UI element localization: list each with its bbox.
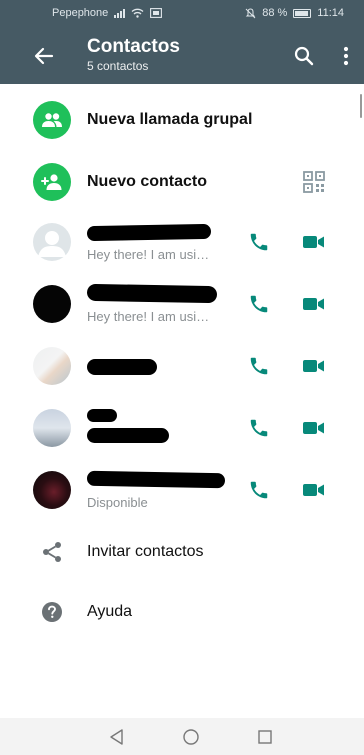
clock: 11:14 [317, 7, 344, 19]
video-camera-icon [303, 422, 324, 434]
search-button[interactable] [292, 44, 316, 68]
contact-avatar [33, 409, 71, 447]
help-row[interactable]: Ayuda [0, 581, 364, 643]
contact-row[interactable]: Disponible [0, 459, 364, 521]
video-camera-icon [303, 360, 324, 372]
new-group-call-row[interactable]: Nueva llamada grupal [0, 89, 364, 151]
voice-call-button[interactable] [248, 293, 270, 315]
share-icon [43, 542, 61, 562]
qr-code-icon [303, 171, 325, 193]
voice-call-button[interactable] [248, 355, 270, 377]
phone-icon [250, 419, 268, 437]
video-call-button[interactable] [302, 293, 326, 315]
back-button[interactable] [28, 43, 60, 69]
voice-call-button[interactable] [248, 479, 270, 501]
new-group-call-label: Nueva llamada grupal [87, 111, 253, 128]
invite-contacts-label: Invitar contactos [87, 543, 204, 560]
more-vert-icon [343, 46, 349, 66]
video-camera-icon [303, 484, 324, 496]
help-icon [42, 602, 62, 622]
new-contact-label: Nuevo contacto [87, 173, 208, 190]
contact-avatar [33, 347, 71, 385]
search-icon [294, 46, 314, 66]
contact-row[interactable]: Hey there! I am usi… [0, 273, 364, 335]
invite-contacts-row[interactable]: Invitar contactos [0, 521, 364, 583]
video-call-button[interactable] [302, 231, 326, 253]
nav-home-button[interactable] [182, 728, 200, 746]
voice-call-button[interactable] [248, 417, 270, 439]
title-block: Contactos 5 contactos [87, 36, 180, 74]
voice-call-button[interactable] [248, 231, 270, 253]
contact-avatar [33, 285, 71, 323]
phone-icon [250, 481, 268, 499]
help-label: Ayuda [87, 603, 133, 620]
page-title: Contactos [87, 36, 180, 57]
contact-status: Hey there! I am usi… [87, 309, 210, 324]
new-contact-avatar [33, 163, 71, 201]
phone-icon [250, 233, 268, 251]
contact-avatar [33, 471, 71, 509]
contact-status: Disponible [87, 495, 148, 510]
circle-home-icon [183, 729, 199, 745]
wifi-icon [131, 8, 144, 18]
group-icon [42, 113, 62, 127]
signal-icon [114, 8, 126, 18]
contact-count: 5 contactos [87, 59, 149, 73]
battery-icon [293, 8, 312, 18]
video-call-button[interactable] [302, 417, 326, 439]
back-arrow-icon [34, 47, 54, 65]
add-person-icon [41, 174, 62, 190]
contact-row[interactable] [0, 397, 364, 459]
contact-name-redacted [86, 223, 212, 242]
qr-code-button[interactable] [303, 171, 325, 193]
contact-name-redacted [86, 470, 226, 489]
new-contact-row[interactable]: Nuevo contacto [0, 151, 364, 213]
nav-back-button[interactable] [108, 728, 126, 746]
screenshot-icon [150, 8, 163, 18]
status-bar: Pepephone 88 % 11:14 [0, 0, 364, 26]
mute-icon [245, 7, 256, 18]
contact-row[interactable]: Hey there! I am usi… [0, 211, 364, 273]
contact-name-redacted [86, 283, 218, 304]
system-nav-bar [0, 718, 364, 755]
nav-recents-button[interactable] [256, 728, 274, 746]
contact-name-redacted [87, 409, 117, 422]
carrier-label: Pepephone [52, 7, 109, 19]
video-call-button[interactable] [302, 479, 326, 501]
contact-name-redacted [87, 428, 169, 443]
video-call-button[interactable] [302, 355, 326, 377]
battery-percent: 88 % [262, 7, 288, 19]
video-camera-icon [303, 236, 324, 248]
video-camera-icon [303, 298, 324, 310]
square-recents-icon [258, 730, 272, 744]
contact-name-redacted [87, 359, 157, 375]
default-person-icon [38, 231, 66, 257]
more-options-button[interactable] [338, 43, 354, 69]
contact-status: Hey there! I am usi… [87, 247, 210, 262]
phone-icon [250, 295, 268, 313]
triangle-back-icon [110, 729, 123, 745]
app-bar: Contactos 5 contactos [0, 26, 364, 84]
contact-avatar [33, 223, 71, 261]
group-call-avatar [33, 101, 71, 139]
contact-row[interactable] [0, 335, 364, 397]
phone-icon [250, 357, 268, 375]
